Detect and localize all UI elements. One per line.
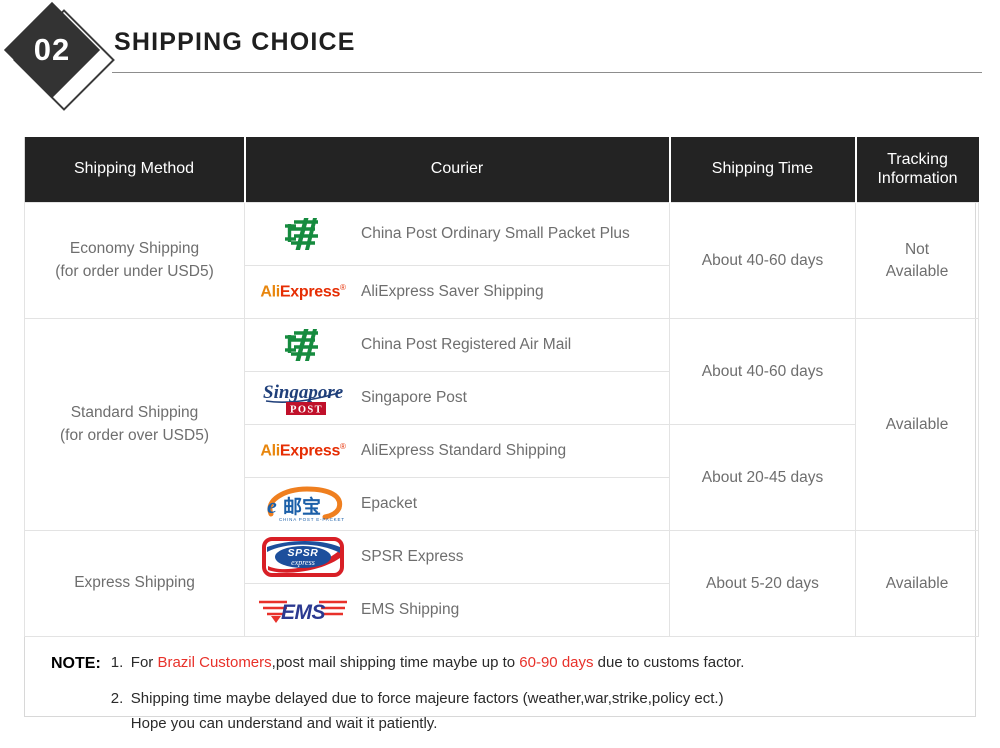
svg-text:express: express [291, 558, 315, 567]
note-seg-3: due to customs factor. [593, 654, 745, 671]
svg-text:CHINA POST E-PACKET: CHINA POST E-PACKET [279, 517, 345, 522]
courier-cell: China Post Registered Air Mail [244, 318, 670, 372]
method-label-line2: (for order over USD5) [59, 426, 209, 444]
tracking-header-line1: Tracking [887, 151, 948, 169]
courier-cell: EMS EMS Shipping [244, 583, 670, 637]
note-seg-1: For [130, 654, 158, 671]
shipping-time-cell: About 20-45 days [669, 424, 856, 531]
section-header: 02 SHIPPING CHOICE [0, 0, 1000, 111]
table-row: Express Shipping SPSR express SPSR Expre… [24, 530, 979, 637]
page-title: SHIPPING CHOICE [114, 28, 356, 56]
note-item-2: 2. Shipping time maybe delayed due to fo… [111, 687, 955, 736]
courier-cell: e 邮宝 CHINA POST E-PACKET Epacket [244, 477, 670, 531]
section-number-badge: 02 [3, 1, 115, 111]
tracking-line1: Not [904, 240, 930, 258]
method-label-line1: Economy Shipping [69, 240, 200, 258]
china-post-logo [245, 326, 361, 364]
tracking-cell: Available [855, 318, 979, 531]
note-line-2: Hope you can understand and wait it pati… [130, 714, 438, 732]
epacket-logo: e 邮宝 CHINA POST E-PACKET [245, 484, 361, 524]
note-number: 2. [110, 690, 124, 708]
header-divider [112, 72, 982, 73]
table-header-row: Shipping Method Courier Shipping Time Tr… [24, 137, 979, 203]
column-header-shipping-time: Shipping Time [669, 137, 857, 203]
courier-name: EMS Shipping [361, 600, 460, 618]
method-cell-express: Express Shipping [24, 530, 245, 637]
courier-cell: AliExpress® AliExpress Saver Shipping [244, 265, 670, 319]
spsr-express-logo: SPSR express [245, 536, 361, 578]
note-item-1: 1. For Brazil Customers,post mail shippi… [111, 651, 955, 675]
courier-cell: AliExpress® AliExpress Standard Shipping [244, 424, 670, 478]
singapore-post-logo: Singapore POST [245, 379, 361, 417]
courier-cell: SPSR express SPSR Express [244, 530, 670, 584]
note-number: 1. [110, 654, 124, 671]
method-label-line2: (for order under USD5) [55, 262, 214, 280]
column-header-courier: Courier [244, 137, 671, 203]
aliexpress-logo: AliExpress® [260, 282, 346, 301]
note-text: For Brazil Customers,post mail shipping … [131, 651, 955, 675]
table-row: Standard Shipping (for order over USD5) [24, 318, 979, 531]
note-block: NOTE: 1. For Brazil Customers,post mail … [25, 637, 975, 748]
shipping-time-cell: About 40-60 days [669, 318, 856, 425]
shipping-card: Shipping Method Courier Shipping Time Tr… [24, 137, 979, 732]
note-highlight-days: 60-90 days [519, 654, 594, 671]
svg-text:邮宝: 邮宝 [283, 495, 321, 518]
svg-text:e: e [267, 493, 277, 518]
svg-text:POST: POST [290, 405, 323, 416]
shipping-time-cell: About 5-20 days [669, 530, 856, 637]
note-label: NOTE: [51, 655, 101, 672]
courier-name: SPSR Express [361, 547, 464, 565]
note-line-1: Shipping time maybe delayed due to force… [130, 690, 724, 708]
method-cell-economy: Economy Shipping (for order under USD5) [24, 202, 245, 319]
aliexpress-logo: AliExpress® [260, 441, 346, 460]
method-label-line1: Express Shipping [74, 574, 195, 592]
courier-cell: Singapore POST Singapore Post [244, 371, 670, 425]
note-highlight-brazil: Brazil Customers [157, 654, 272, 671]
courier-name: Singapore Post [361, 388, 467, 406]
courier-name: China Post Registered Air Mail [361, 335, 572, 353]
section-number: 02 [33, 32, 71, 67]
note-seg-2: ,post mail shipping time maybe up to [271, 654, 520, 671]
tracking-line2: Available [885, 262, 949, 280]
courier-name: Epacket [361, 494, 418, 512]
tracking-cell: Not Available [855, 202, 979, 319]
courier-name: AliExpress Saver Shipping [361, 282, 544, 300]
method-label-line1: Standard Shipping [70, 404, 199, 422]
tracking-cell: Available [855, 530, 979, 637]
table-row: Economy Shipping (for order under USD5) [24, 202, 979, 319]
courier-name: China Post Ordinary Small Packet Plus [361, 224, 630, 242]
note-text: Shipping time maybe delayed due to force… [131, 687, 955, 736]
courier-name: AliExpress Standard Shipping [361, 441, 567, 459]
shipping-table: Shipping Method Courier Shipping Time Tr… [24, 137, 979, 637]
tracking-header-line2: Information [877, 169, 958, 187]
svg-text:EMS: EMS [281, 601, 326, 624]
ems-logo: EMS [245, 595, 361, 625]
column-header-shipping-method: Shipping Method [24, 137, 246, 203]
china-post-logo [245, 215, 361, 253]
courier-cell: China Post Ordinary Small Packet Plus [244, 202, 670, 266]
method-cell-standard: Standard Shipping (for order over USD5) [24, 318, 245, 531]
shipping-time-cell: About 40-60 days [669, 202, 856, 319]
column-header-tracking-information: Tracking Information [855, 137, 979, 203]
